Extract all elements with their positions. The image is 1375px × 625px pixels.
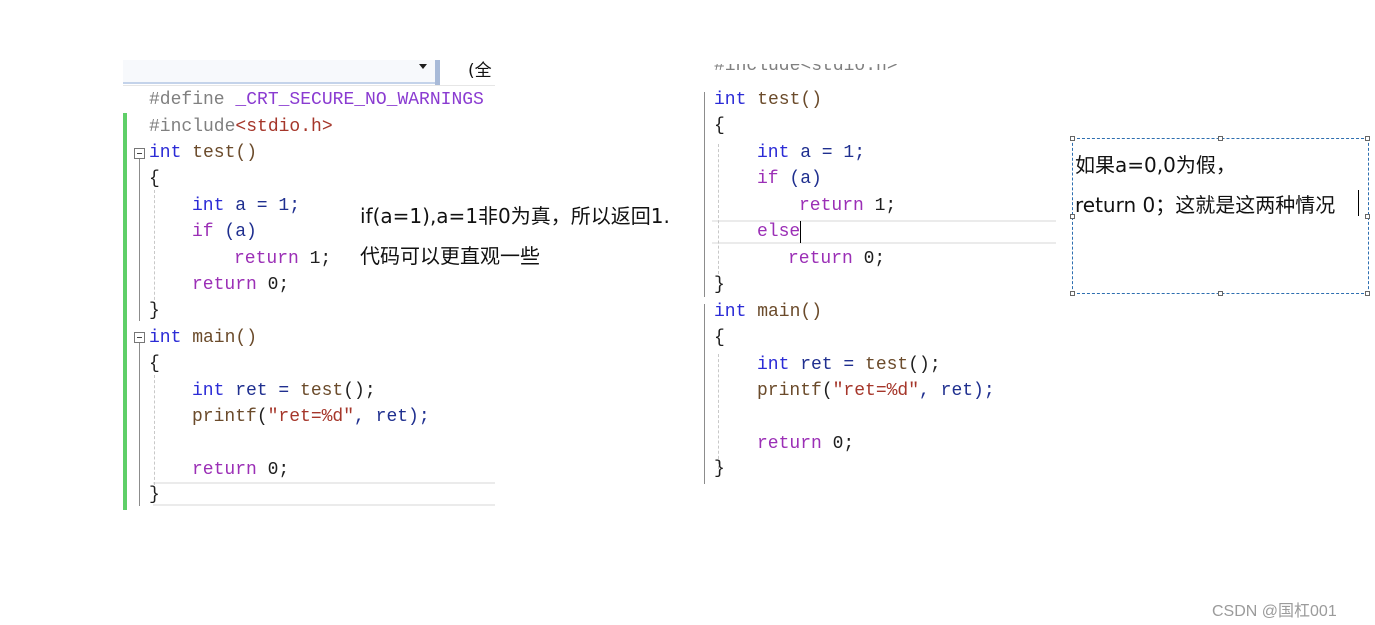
text-box[interactable]: 如果a=0,0为假， return 0；这就是这两种情况 [1070, 136, 1370, 296]
right-code-editor[interactable]: #include<stdio.h> int test() { int a = 1… [702, 64, 1056, 484]
code-line: } [714, 459, 725, 479]
resize-handle[interactable] [1365, 291, 1370, 296]
code-line: int test() [149, 143, 258, 163]
code-line-partial: #include<stdio.h> [714, 64, 898, 76]
code-line: } [149, 301, 160, 321]
code-line: return 1; [234, 249, 332, 269]
annotation-line-1: if(a=1),a=1非0为真，所以返回1. [360, 204, 670, 228]
code-line: int a = 1; [192, 196, 301, 216]
fold-guide-line [704, 92, 705, 297]
resize-handle[interactable] [1365, 214, 1370, 219]
text-caret [800, 221, 801, 243]
splitter[interactable] [435, 60, 440, 85]
code-line: return 0; [788, 249, 886, 269]
code-line: } [714, 275, 725, 295]
code-line: return 0; [192, 460, 290, 480]
resize-handle[interactable] [1070, 136, 1075, 141]
indent-guide [154, 190, 155, 310]
code-line: { [149, 354, 160, 374]
collapse-icon[interactable] [134, 148, 145, 159]
current-line-highlight [153, 482, 495, 506]
member-dropdown[interactable] [123, 60, 435, 84]
chevron-down-icon[interactable] [419, 64, 427, 69]
indent-guide [154, 375, 155, 485]
code-line: return 0; [192, 275, 290, 295]
fold-guide-line [139, 159, 140, 321]
editor-navigation-bar: (全 [123, 60, 495, 86]
code-line: int a = 1; [757, 143, 866, 163]
indent-guide [718, 354, 719, 469]
resize-handle[interactable] [1218, 136, 1223, 141]
code-line: #include<stdio.h> [149, 117, 333, 137]
code-line: int ret = test(); [757, 355, 941, 375]
annotation-line-2: 代码可以更直观一些 [360, 244, 540, 268]
code-line: return 0; [757, 434, 855, 454]
text-box-line-1: 如果a=0,0为假， [1075, 153, 1236, 177]
code-line: int test() [714, 90, 823, 110]
collapse-icon[interactable] [134, 332, 145, 343]
code-line: else [757, 222, 801, 242]
code-line: #define _CRT_SECURE_NO_WARNINGS [149, 90, 484, 110]
text-box-line-2: return 0；这就是这两种情况 [1075, 193, 1336, 217]
code-line: printf("ret=%d", ret); [192, 407, 430, 427]
code-line: printf("ret=%d", ret); [757, 381, 995, 401]
resize-handle[interactable] [1218, 291, 1223, 296]
code-line: { [149, 169, 160, 189]
code-line: { [714, 328, 725, 348]
code-line: } [149, 485, 160, 505]
scope-dropdown-label[interactable]: (全 [468, 60, 492, 82]
resize-handle[interactable] [1365, 136, 1370, 141]
code-line: return 1; [799, 196, 897, 216]
watermark: CSDN @国杠001 [1212, 603, 1337, 620]
fold-guide-line [704, 304, 705, 484]
code-line: int ret = test(); [192, 381, 376, 401]
fold-guide-line [139, 343, 140, 506]
change-indicator-bar [123, 113, 127, 510]
resize-handle[interactable] [1070, 291, 1075, 296]
left-code-editor[interactable]: (全 #define _CRT_SECURE_NO_WARNINGS #incl… [123, 60, 495, 510]
text-caret [1358, 190, 1359, 216]
code-line: int main() [149, 328, 258, 348]
code-line: int main() [714, 302, 823, 322]
code-line: if (a) [192, 222, 257, 242]
indent-guide [718, 144, 719, 274]
code-line: if (a) [757, 169, 822, 189]
code-line: { [714, 116, 725, 136]
